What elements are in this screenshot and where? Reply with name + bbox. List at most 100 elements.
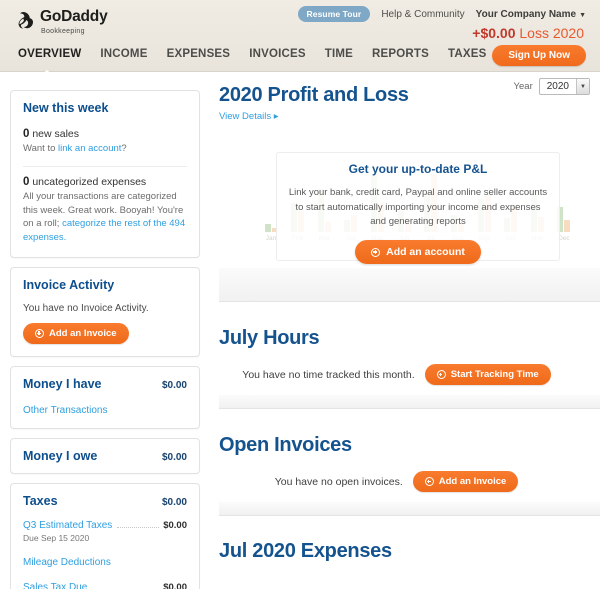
tax-row-item: Q3 Estimated Taxes $0.00 Due Sep 15 2020 xyxy=(23,520,187,543)
tax-row-line: Mileage Deductions xyxy=(23,557,187,568)
add-an-account-button[interactable]: Add an account xyxy=(355,240,481,265)
godaddy-logo-icon xyxy=(16,10,35,29)
mileage-deductions-link[interactable]: Mileage Deductions xyxy=(23,557,111,568)
july-hours-heading: July Hours xyxy=(219,327,320,349)
q3-estimated-taxes-due: Due Sep 15 2020 xyxy=(23,532,90,543)
card-invoice-activity: Invoice Activity You have no Invoice Act… xyxy=(10,266,200,357)
main-nav: OVERVIEW INCOME EXPENSES INVOICES TIME R… xyxy=(0,44,600,72)
profit-loss-chart: JanFebMarAprMayJunJulAugSepOctNovDec Get… xyxy=(219,152,600,265)
section-footer-band xyxy=(219,502,600,516)
tax-row-item: Mileage Deductions xyxy=(23,557,187,568)
app-root: GoDaddy Bookkeeping Resume Tour Help & C… xyxy=(0,0,600,589)
sign-up-now-button[interactable]: Sign Up Now xyxy=(492,45,586,66)
nav-item-time[interactable]: TIME xyxy=(325,48,353,60)
year-selector[interactable]: Year 2020 ▼ xyxy=(514,78,590,95)
logo-subtitle: Bookkeeping xyxy=(41,27,85,35)
nav-item-overview[interactable]: OVERVIEW xyxy=(18,48,81,60)
uncategorized-label: uncategorized expenses xyxy=(29,175,147,188)
sales-tax-due-link[interactable]: Sales Tax Due xyxy=(23,582,87,589)
money-i-have-amount: $0.00 xyxy=(161,379,187,391)
money-i-owe-header: Money I owe $0.00 xyxy=(23,449,187,463)
resume-tour-button[interactable]: Resume Tour xyxy=(297,6,371,22)
promo-button-wrap: Add an account xyxy=(277,240,559,265)
logo-wordmark: GoDaddy xyxy=(40,8,108,25)
q3-estimated-taxes-value: $0.00 xyxy=(163,519,187,531)
other-transactions-link[interactable]: Other Transactions xyxy=(23,405,107,416)
add-an-account-label: Add an account xyxy=(386,246,465,259)
nav-item-list: OVERVIEW INCOME EXPENSES INVOICES TIME R… xyxy=(18,48,558,60)
plus-circle-icon xyxy=(436,370,446,379)
promo-title: Get your up-to-date P&L xyxy=(348,162,488,176)
main-add-invoice-label: Add an Invoice xyxy=(438,476,507,487)
card-taxes: Taxes $0.00 Q3 Estimated Taxes $0.00 Due… xyxy=(10,482,200,589)
promo-overlay: Get your up-to-date P&L Link your bank, … xyxy=(276,152,560,265)
tax-row-item: Sales Tax Due $0.00 xyxy=(23,582,187,589)
taxes-title: Taxes xyxy=(23,493,58,508)
promo-line-3: and generating reports xyxy=(370,216,466,228)
sidebar: New this week 0 new sales Want to link a… xyxy=(10,90,200,589)
july-hours-empty-text: You have no time tracked this month. xyxy=(242,368,415,381)
section-july-hours: July Hours You have no time tracked this… xyxy=(207,302,600,409)
july-hours-empty-row: You have no time tracked this month. Sta… xyxy=(219,350,600,395)
company-menu[interactable]: Your Company Name ▼ xyxy=(476,9,586,20)
sidebar-add-invoice-button[interactable]: Add an Invoice xyxy=(23,322,129,344)
chart-bar xyxy=(264,224,271,232)
start-tracking-time-button[interactable]: Start Tracking Time xyxy=(424,364,551,385)
nav-item-expenses[interactable]: EXPENSES xyxy=(167,48,231,60)
uncategorized-stat: 0 uncategorized expenses xyxy=(23,176,187,188)
expenses-heading: Jul 2020 Expenses xyxy=(219,540,392,562)
year-label: Year xyxy=(513,81,533,92)
godaddy-logo[interactable]: GoDaddy Bookkeeping xyxy=(16,9,108,35)
invoice-activity-empty: You have no Invoice Activity. xyxy=(23,302,149,314)
money-i-owe-amount: $0.00 xyxy=(161,451,187,463)
nav-item-income[interactable]: INCOME xyxy=(100,48,147,60)
open-invoices-empty-row: You have no open invoices. Add an Invoic… xyxy=(219,457,600,502)
section-footer-band xyxy=(219,268,600,302)
invoice-activity-title: Invoice Activity xyxy=(23,277,115,292)
section-open-invoices: Open Invoices You have no open invoices.… xyxy=(207,409,600,516)
profit-loss-amount: +$0.00 xyxy=(472,25,516,41)
page-content: New this week 0 new sales Want to link a… xyxy=(0,72,600,589)
card-money-i-owe: Money I owe $0.00 xyxy=(10,437,200,474)
company-name-label: Your Company Name xyxy=(475,8,577,20)
link-an-account-link[interactable]: link an account xyxy=(58,143,121,154)
link-account-prompt-post: ? xyxy=(121,143,127,154)
taxes-amount: $0.00 xyxy=(161,496,187,508)
help-community-link[interactable]: Help & Community xyxy=(381,9,464,20)
promo-body: Link your bank, credit card, Paypal and … xyxy=(287,186,549,230)
new-sales-label: new sales xyxy=(29,128,80,140)
open-invoices-heading: Open Invoices xyxy=(219,434,352,456)
money-i-have-title: Money I have xyxy=(23,376,102,391)
main-add-invoice-button[interactable]: Add an Invoice xyxy=(412,471,519,492)
chevron-down-icon: ▼ xyxy=(579,11,586,19)
chart-bar xyxy=(564,220,571,232)
open-invoices-empty-text: You have no open invoices. xyxy=(274,475,403,488)
new-sales-stat: 0 new sales xyxy=(23,128,187,140)
sidebar-add-invoice-label: Add an Invoice xyxy=(49,327,117,339)
divider xyxy=(23,165,187,167)
nav-item-reports[interactable]: REPORTS xyxy=(372,48,429,60)
main-column: 2020 Profit and Loss View Details ▸ Year… xyxy=(207,72,600,563)
taxes-header: Taxes $0.00 xyxy=(23,494,187,508)
section-expenses: Jul 2020 Expenses xyxy=(207,516,600,563)
plus-circle-icon xyxy=(35,328,44,338)
nav-item-invoices[interactable]: INVOICES xyxy=(249,48,306,60)
sales-tax-due-value: $0.00 xyxy=(163,581,187,589)
view-details-link[interactable]: View Details ▸ xyxy=(219,111,600,122)
profit-loss-summary: +$0.00 Loss 2020 xyxy=(472,25,584,41)
q3-estimated-taxes-link[interactable]: Q3 Estimated Taxes xyxy=(23,520,112,531)
nav-item-taxes[interactable]: TAXES xyxy=(448,48,487,60)
leader-dots xyxy=(117,526,160,528)
header-utility-nav: Resume Tour Help & Community Your Compan… xyxy=(297,6,586,22)
link-account-prompt: Want to link an account? xyxy=(23,142,187,156)
uncategorized-body: All your transactions are categorized th… xyxy=(23,190,187,245)
tax-row-line: Sales Tax Due $0.00 xyxy=(23,582,187,589)
card-money-i-have: Money I have $0.00 Other Transactions xyxy=(10,365,200,429)
card-new-this-week: New this week 0 new sales Want to link a… xyxy=(10,90,200,258)
section-profit-and-loss: 2020 Profit and Loss View Details ▸ Year… xyxy=(207,72,600,302)
year-dropdown[interactable]: 2020 ▼ xyxy=(538,78,590,95)
plus-circle-icon xyxy=(424,477,434,486)
top-header: GoDaddy Bookkeeping Resume Tour Help & C… xyxy=(0,0,600,72)
money-i-owe-title: Money I owe xyxy=(23,448,98,463)
chart-month-label: Jan xyxy=(265,235,277,242)
